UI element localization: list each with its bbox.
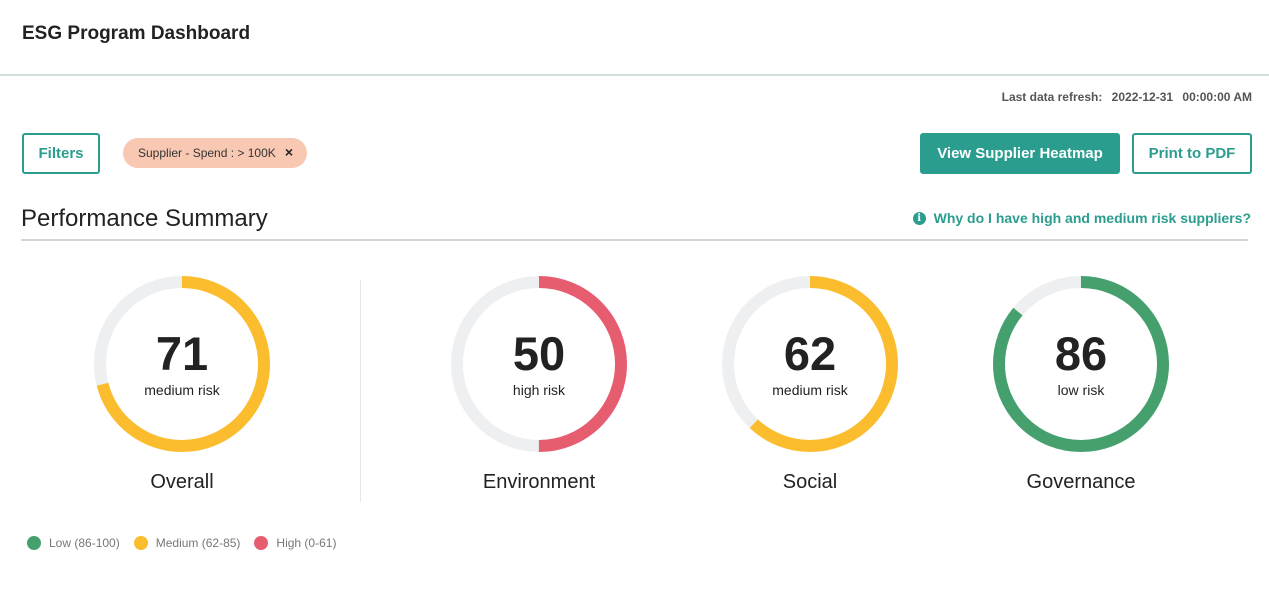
last-refresh-info: Last data refresh: 2022-12-31 00:00:00 A… bbox=[1002, 90, 1252, 104]
page-title: ESG Program Dashboard bbox=[22, 23, 251, 44]
legend-label: High (0-61) bbox=[276, 536, 337, 550]
gauge-governance: 86 low risk Governance bbox=[981, 275, 1181, 515]
legend-label: Medium (62-85) bbox=[155, 536, 241, 550]
section-divider bbox=[21, 239, 1248, 241]
gauge-risk-label: low risk bbox=[1057, 382, 1105, 398]
legend-label: Low (86-100) bbox=[49, 536, 120, 550]
refresh-date: 2022-12-31 bbox=[1111, 90, 1174, 104]
gauge-environment: 50 high risk Environment bbox=[439, 275, 639, 515]
gauge-score: 50 bbox=[512, 327, 566, 380]
gauge-score: 71 bbox=[155, 327, 209, 380]
view-supplier-heatmap-button[interactable]: View Supplier Heatmap bbox=[920, 133, 1120, 174]
gauge-social: 62 medium risk Social bbox=[710, 275, 910, 515]
gauge-score: 86 bbox=[1054, 327, 1108, 380]
gauge-title: Overall bbox=[150, 471, 214, 493]
refresh-label: Last data refresh: bbox=[1001, 90, 1103, 104]
filters-button[interactable]: Filters bbox=[22, 133, 100, 174]
legend-dot-icon bbox=[27, 536, 41, 550]
close-icon[interactable]: × bbox=[285, 144, 293, 160]
risk-help-link[interactable]: i Why do I have high and medium risk sup… bbox=[912, 210, 1251, 226]
risk-help-text: Why do I have high and medium risk suppl… bbox=[933, 210, 1251, 226]
legend-item-low: Low (86-100) bbox=[27, 536, 120, 550]
performance-summary-title: Performance Summary bbox=[21, 205, 268, 232]
filter-chip-supplier-spend[interactable]: Supplier - Spend : > 100K × bbox=[123, 138, 307, 168]
gauge-title: Environment bbox=[482, 471, 596, 493]
legend-dot-icon bbox=[254, 536, 269, 550]
legend-item-medium: Medium (62-85) bbox=[133, 536, 241, 550]
gauge-risk-label: medium risk bbox=[144, 382, 220, 398]
gauge-title: Governance bbox=[1026, 471, 1136, 493]
gauge-overall: 71 medium risk Overall bbox=[82, 275, 282, 515]
gauge-score: 62 bbox=[783, 327, 837, 380]
top-bar: ESG Program Dashboard bbox=[0, 0, 1269, 76]
print-to-pdf-button[interactable]: Print to PDF bbox=[1132, 133, 1252, 174]
filter-chip-label: Supplier - Spend : > 100K bbox=[138, 146, 276, 160]
gauge-risk-label: medium risk bbox=[772, 382, 848, 398]
vertical-divider bbox=[360, 280, 361, 502]
gauge-risk-label: high risk bbox=[512, 382, 566, 398]
gauge-title: Social bbox=[782, 471, 838, 493]
legend-dot-icon bbox=[133, 536, 148, 550]
info-icon: i bbox=[912, 211, 926, 225]
risk-legend: Low (86-100) Medium (62-85) High (0-61) bbox=[27, 536, 350, 550]
refresh-time: 00:00:00 AM bbox=[1182, 90, 1252, 104]
legend-item-high: High (0-61) bbox=[254, 536, 336, 550]
